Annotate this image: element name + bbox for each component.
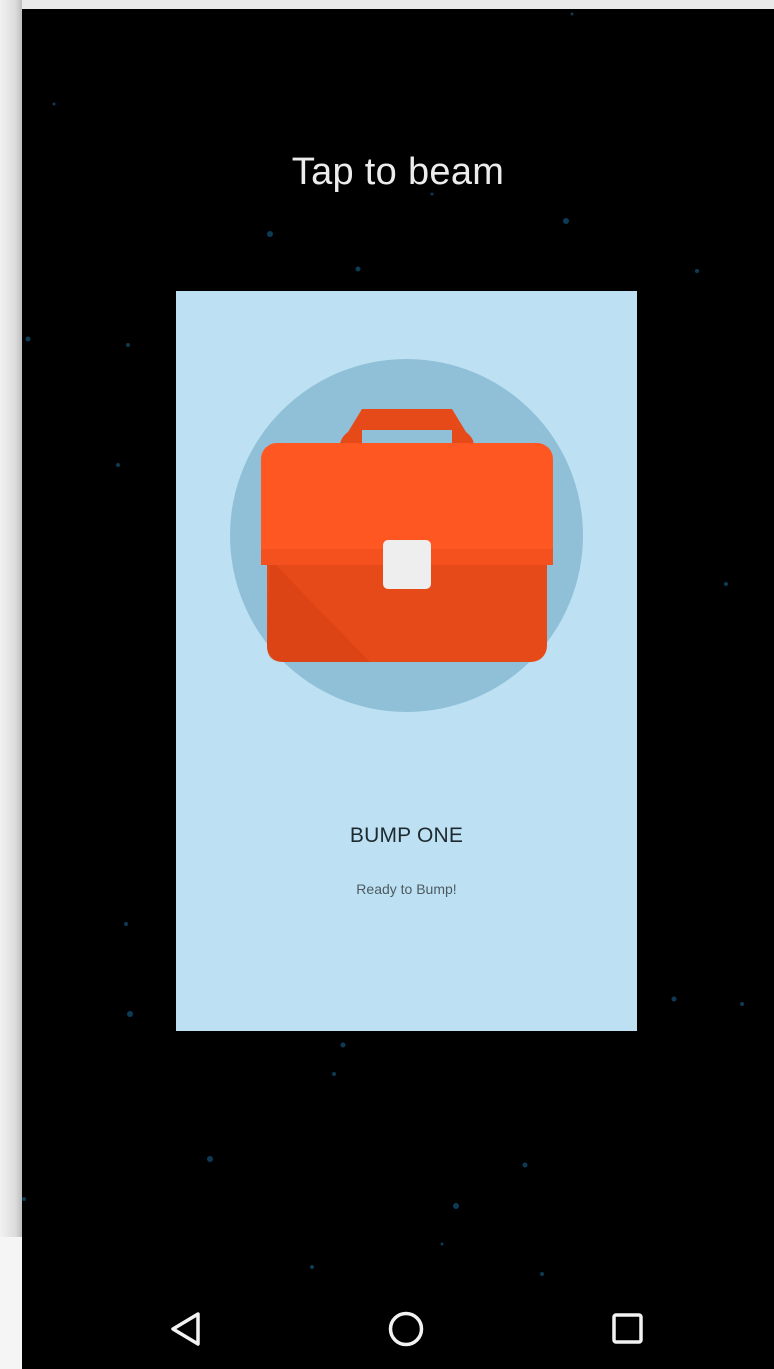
back-button[interactable] [156,1299,216,1359]
home-button[interactable] [376,1299,436,1359]
briefcase-icon [230,359,583,712]
device-status: Ready to Bump! [356,881,457,897]
recents-button[interactable] [598,1299,658,1359]
recents-square-icon [612,1313,643,1344]
home-circle-icon [388,1311,424,1347]
bottom-bezel [0,1237,22,1369]
system-navigation-bar [22,1281,774,1369]
beam-screen: Tap to beam BUMP ONE Ready to Bump! [22,9,774,1369]
page-title: Tap to beam [291,151,505,193]
device-name: BUMP ONE [349,824,464,847]
device-card[interactable]: BUMP ONE Ready to Bump! [176,291,637,1031]
back-triangle-icon [171,1312,200,1346]
left-bezel [0,0,22,1237]
